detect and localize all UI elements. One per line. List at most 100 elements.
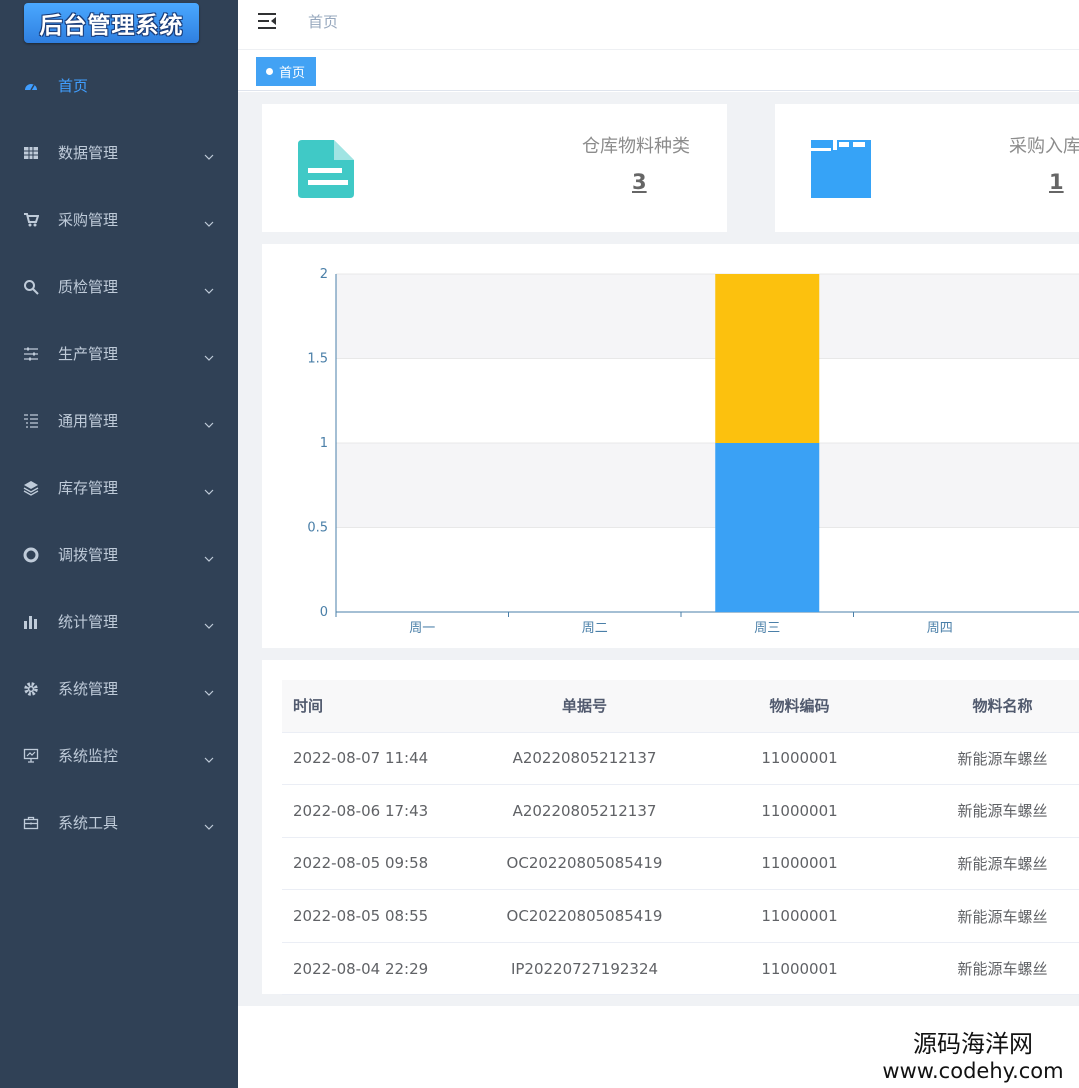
stat-value: 1 xyxy=(1049,170,1064,194)
breadcrumb[interactable]: 首页 xyxy=(308,11,338,32)
table-row[interactable]: 2022-08-04 22:29 IP20220727192324 11000001… xyxy=(282,942,1079,996)
column-header: 物料编码 xyxy=(697,680,902,733)
table-icon xyxy=(22,144,40,162)
layers-icon xyxy=(22,479,40,497)
tag-label: 首页 xyxy=(279,66,306,81)
table-cell: A20220805212137 xyxy=(472,732,697,786)
chevron-down-icon xyxy=(204,282,214,294)
bar-chart-icon xyxy=(22,613,40,631)
list-icon xyxy=(22,412,40,430)
y-tick-label: 2 xyxy=(320,267,328,282)
bar-segment xyxy=(715,274,820,443)
grid-band xyxy=(336,274,1079,359)
table-cell: 2022-08-07 11:44 xyxy=(282,732,472,786)
chevron-down-icon xyxy=(204,148,214,160)
table-cell: 新能源车螺丝 xyxy=(902,784,1079,838)
table-row[interactable]: 2022-08-06 17:43 A20220805212137 11000001 新… xyxy=(282,784,1079,838)
table-cell: 11000001 xyxy=(697,837,902,891)
sidebar-item-label: 系统监控 xyxy=(58,747,119,765)
chevron-down-icon xyxy=(204,818,214,830)
active-dot xyxy=(266,68,273,75)
sidebar-item[interactable]: 调拨管理 xyxy=(0,521,238,588)
table-cell: 新能源车螺丝 xyxy=(902,732,1079,786)
sidebar-item[interactable]: 首页 xyxy=(0,52,238,119)
sidebar-menu: 首页数据管理采购管理质检管理生产管理通用管理库存管理 调拨管理 统计管理系统管理系统… xyxy=(0,52,238,856)
stat-title: 仓库物料种类 xyxy=(582,136,690,157)
folder-icon xyxy=(809,138,871,200)
sidebar-item-label: 数据管理 xyxy=(58,144,119,162)
sidebar-item[interactable]: 质检管理 xyxy=(0,253,238,320)
chevron-down-icon xyxy=(204,684,214,696)
gear-icon xyxy=(22,680,40,698)
sidebar-item-label: 首页 xyxy=(58,77,89,95)
x-tick-label: 周四 xyxy=(927,621,953,636)
column-header: 时间 xyxy=(282,680,472,733)
sidebar-item[interactable]: 采购管理 xyxy=(0,186,238,253)
hamburger-icon[interactable] xyxy=(258,11,278,31)
sidebar-item[interactable]: 数据管理 xyxy=(0,119,238,186)
table-card: 时间 单据号 物料编码 物料名称 2022-08-07 11:44 A202208… xyxy=(262,660,1079,996)
table-cell: 11000001 xyxy=(697,942,902,996)
stat-card-materials[interactable]: 仓库物料种类 3 xyxy=(262,104,727,232)
table-header-row: 时间 单据号 物料编码 物料名称 xyxy=(282,680,1079,733)
table-cell: 新能源车螺丝 xyxy=(902,889,1079,943)
sliders-icon xyxy=(22,345,40,363)
stat-title: 采购入库 xyxy=(1009,136,1079,157)
x-tick-label: 周一 xyxy=(409,621,435,636)
chevron-down-icon xyxy=(204,617,214,629)
sidebar-item-label: 采购管理 xyxy=(58,211,119,229)
sidebar-item[interactable]: 生产管理 xyxy=(0,320,238,387)
chevron-down-icon xyxy=(204,349,214,361)
weekly-bar-chart: 0 0.5 1 1.5 2 周一 周二 周三 周四 xyxy=(307,267,1079,636)
sidebar-item-label: 通用管理 xyxy=(58,412,119,430)
tag-home[interactable]: 首页 xyxy=(256,57,317,86)
y-tick-label: 1 xyxy=(320,436,328,451)
app-logo[interactable]: 后台管理系统 xyxy=(24,3,199,43)
sidebar-item-label: 质检管理 xyxy=(58,278,119,296)
chevron-down-icon xyxy=(204,215,214,227)
sidebar-item-label: 系统工具 xyxy=(58,814,119,832)
navbar: 首页 xyxy=(238,0,1079,50)
search-icon xyxy=(22,278,40,296)
sidebar-item[interactable]: 系统管理 xyxy=(0,655,238,722)
toolbox-icon xyxy=(22,814,40,832)
y-tick-label: 1.5 xyxy=(307,352,328,367)
table-row[interactable]: 2022-08-05 09:58 OC20220805085419 11000001… xyxy=(282,837,1079,891)
sidebar-item-label: 生产管理 xyxy=(58,345,119,363)
document-icon xyxy=(296,138,358,200)
sidebar-item[interactable]: 统计管理 xyxy=(0,588,238,655)
sidebar-item[interactable]: 系统工具 xyxy=(0,789,238,856)
table-cell: 2022-08-04 22:29 xyxy=(282,942,472,996)
y-tick-label: 0.5 xyxy=(307,521,328,536)
table-cell: 新能源车螺丝 xyxy=(902,942,1079,996)
y-tick-label: 0 xyxy=(320,605,328,620)
tags-view: 首页 xyxy=(238,51,1079,91)
chevron-down-icon xyxy=(204,751,214,763)
table-cell: 11000001 xyxy=(697,889,902,943)
sidebar: 后台管理系统 首页数据管理采购管理质检管理生产管理通用管理库存管理 调拨管理 统计管… xyxy=(0,0,238,1088)
sidebar-item[interactable]: 系统监控 xyxy=(0,722,238,789)
logo-text: 后台管理系统 xyxy=(39,13,184,39)
sidebar-item-label: 系统管理 xyxy=(58,680,119,698)
watermark-title: 源码海洋网 xyxy=(913,1030,1033,1058)
bar-segment xyxy=(715,443,820,612)
table-cell: IP20220727192324 xyxy=(472,942,697,996)
table-row[interactable]: 2022-08-07 11:44 A20220805212137 11000001 新… xyxy=(282,732,1079,786)
sidebar-item[interactable]: 库存管理 xyxy=(0,454,238,521)
x-tick-label: 周二 xyxy=(582,621,608,636)
app-main: 仓库物料种类 3 采购入库 1 0 0.5 1 1.5 2 周一 周二 周三 周四 时间 单据号… xyxy=(238,92,1079,1088)
lifebuoy-icon xyxy=(22,546,40,564)
table-cell: OC20220805085419 xyxy=(472,889,697,943)
cart-icon xyxy=(22,211,40,229)
chart-card: 0 0.5 1 1.5 2 周一 周二 周三 周四 xyxy=(262,244,1079,648)
stat-card-purchase[interactable]: 采购入库 1 xyxy=(775,104,1079,232)
table-cell: 2022-08-06 17:43 xyxy=(282,784,472,838)
grid-band xyxy=(336,443,1079,528)
table-cell: 新能源车螺丝 xyxy=(902,837,1079,891)
table-row[interactable]: 2022-08-05 08:55 OC20220805085419 11000001… xyxy=(282,889,1079,943)
table-cell: 2022-08-05 08:55 xyxy=(282,889,472,943)
monitor-icon xyxy=(22,747,40,765)
records-table: 时间 单据号 物料编码 物料名称 2022-08-07 11:44 A202208… xyxy=(282,680,1079,996)
stat-value: 3 xyxy=(632,170,647,194)
sidebar-item[interactable]: 通用管理 xyxy=(0,387,238,454)
